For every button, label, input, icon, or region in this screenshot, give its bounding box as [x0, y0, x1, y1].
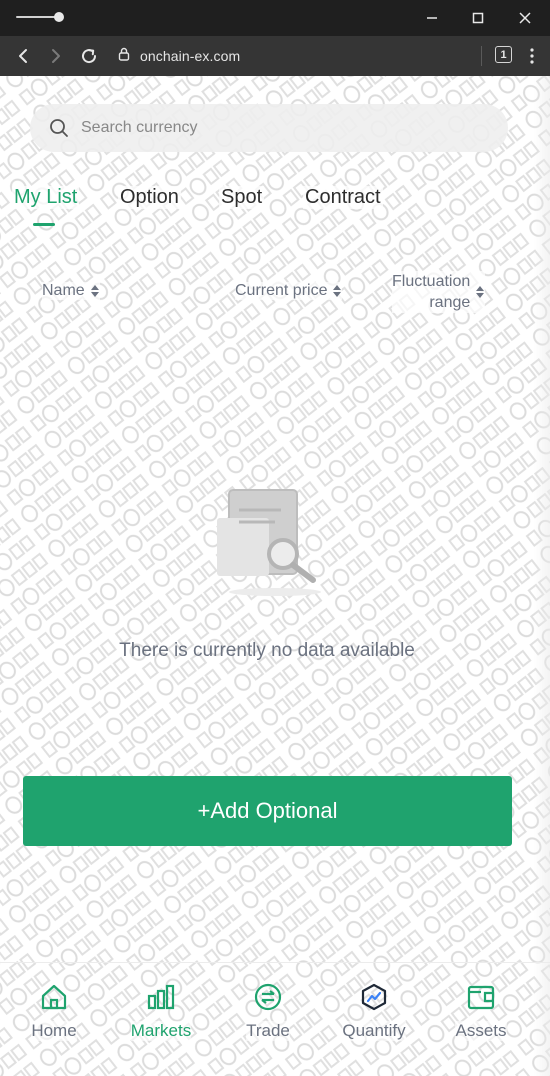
add-optional-button[interactable]: +Add Optional: [23, 776, 512, 846]
active-tab-indicator: [33, 223, 55, 226]
trade-icon: [252, 981, 284, 1013]
nav-trade[interactable]: Trade: [228, 981, 308, 1041]
column-header-price[interactable]: Current price: [235, 282, 343, 300]
tab-option[interactable]: Option: [118, 186, 181, 209]
maximize-icon[interactable]: [465, 6, 491, 30]
search-icon[interactable]: [49, 118, 69, 138]
minimize-icon[interactable]: [419, 6, 445, 30]
close-icon[interactable]: [512, 6, 538, 30]
search-bar[interactable]: [30, 104, 508, 152]
column-fluct-label-line2: range: [429, 294, 471, 311]
window-slider-knob[interactable]: [54, 12, 64, 22]
bottom-navigation: Home Markets Trade Quantify Assets: [0, 962, 550, 1076]
search-input[interactable]: [81, 119, 461, 137]
sort-icon[interactable]: [475, 285, 485, 299]
assets-icon: [465, 981, 497, 1013]
nav-assets[interactable]: Assets: [441, 981, 521, 1041]
reload-icon[interactable]: [75, 42, 103, 70]
more-options-icon[interactable]: [524, 46, 540, 66]
markets-icon: [145, 981, 177, 1013]
column-header-fluctuation[interactable]: Fluctuation range: [392, 271, 486, 313]
home-icon: [38, 981, 70, 1013]
nav-quantify[interactable]: Quantify: [334, 981, 414, 1041]
url-text[interactable]: onchain-ex.com: [140, 48, 240, 64]
address-bar: onchain-ex.com 1: [0, 36, 550, 76]
browser-title-bar: [0, 0, 550, 36]
url-field[interactable]: onchain-ex.com: [118, 44, 240, 68]
nav-assets-label: Assets: [455, 1021, 507, 1041]
page-content: My List Option Spot Contract Name Curren…: [0, 76, 550, 1076]
sort-icon[interactable]: [332, 284, 342, 298]
nav-trade-label: Trade: [246, 1021, 290, 1041]
forward-arrow-icon[interactable]: [42, 42, 70, 70]
nav-quantify-label: Quantify: [342, 1021, 406, 1041]
page-edge-shadow: [534, 76, 550, 1076]
market-tabs: My List Option Spot Contract: [0, 186, 550, 234]
empty-state-illustration: [217, 489, 321, 596]
column-price-label: Current price: [235, 282, 328, 299]
column-header-name[interactable]: Name: [42, 282, 100, 300]
site-info-icon[interactable]: [118, 47, 130, 66]
nav-home-label: Home: [31, 1021, 77, 1041]
quantify-icon: [358, 981, 390, 1013]
tab-contract[interactable]: Contract: [303, 186, 383, 209]
nav-markets-label: Markets: [130, 1021, 192, 1041]
sort-icon[interactable]: [90, 284, 100, 298]
nav-markets[interactable]: Markets: [121, 981, 201, 1041]
empty-state-message: There is currently no data available: [119, 640, 415, 661]
nav-home[interactable]: Home: [14, 981, 94, 1041]
column-fluct-label-line1: Fluctuation: [392, 273, 471, 290]
back-arrow-icon[interactable]: [9, 42, 37, 70]
tab-count-button[interactable]: 1: [495, 46, 512, 63]
tab-spot[interactable]: Spot: [219, 186, 265, 209]
address-divider: [481, 46, 482, 66]
column-name-label: Name: [42, 282, 85, 299]
tab-my-list[interactable]: My List: [12, 186, 80, 209]
